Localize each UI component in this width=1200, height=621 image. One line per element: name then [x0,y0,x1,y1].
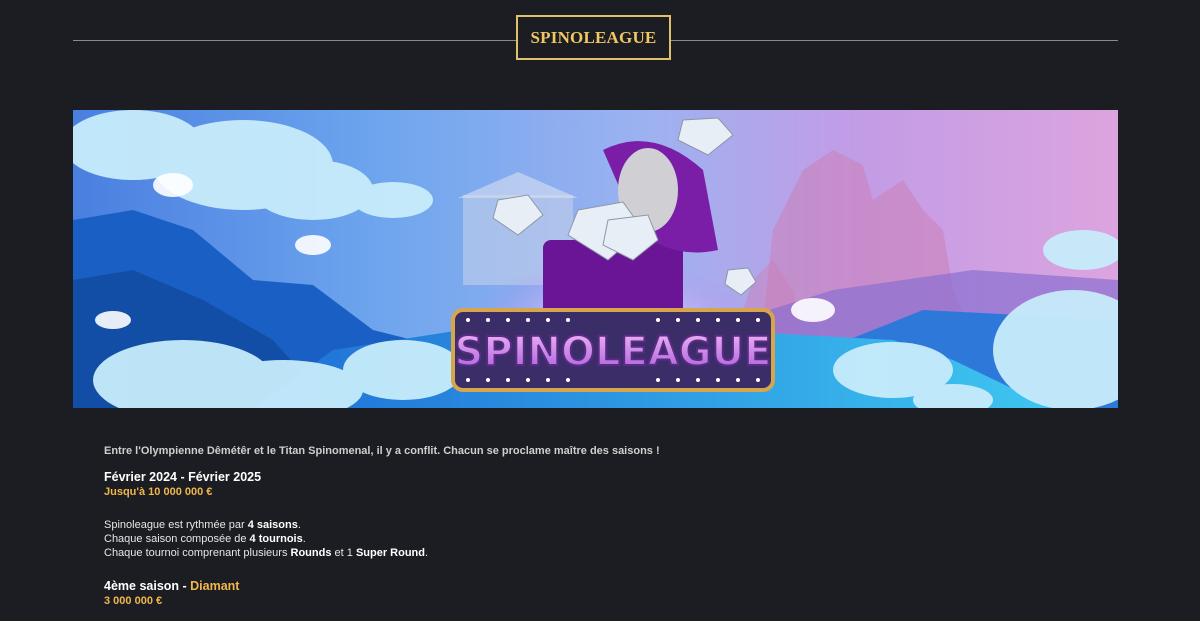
description-line: Chaque saison composée de 4 tournois. [104,532,1104,546]
text-span: Spinoleague est rythmée par [104,519,248,531]
season-name: Diamant [190,579,240,593]
league-prize: Jusqu'à 10 000 000 € [104,486,213,498]
season-label: 4ème saison - [104,579,191,593]
bold-span: Super Round [355,547,425,559]
banner-illustration: SPINOLEAGUE [73,110,1118,408]
text-span: . [425,547,429,559]
league-description: Spinoleague est rythmée par 4 saisons. C… [104,518,1104,560]
text-span: Chaque tournoi comprenant plusieurs [104,547,291,559]
season-prize: 3 000 000 € [104,595,163,607]
description-line: Chaque tournoi comprenant plusieurs Roun… [104,546,1104,560]
text-span: et 1 [331,547,356,559]
intro-text: Entre l'Olympienne Dêmétêr et le Titan S… [104,445,660,457]
text-span: . [302,533,306,545]
promo-content: Entre l'Olympienne Dêmétêr et le Titan S… [104,444,1104,608]
season-heading: 4ème saison - Diamant [104,579,1104,593]
bold-span: Rounds [290,547,332,559]
promo-banner[interactable]: SPINOLEAGUE [73,110,1118,408]
page: SPINOLEAGUE SPINOLEAGUE Entre l'Olympien… [0,0,1200,621]
league-dates: Février 2024 - Février 2025 [104,470,262,484]
text-span: . [297,519,301,531]
banner-logo-text: SPINOLEAGUE [455,329,772,375]
bold-span: 4 tournois [249,533,303,545]
text-span: Chaque saison composée de [104,533,250,545]
site-logo-text: SPINOLEAGUE [530,27,657,47]
site-logo[interactable]: SPINOLEAGUE [516,15,671,60]
description-line: Spinoleague est rythmée par 4 saisons. [104,518,1104,532]
bold-span: 4 saisons [247,519,298,531]
